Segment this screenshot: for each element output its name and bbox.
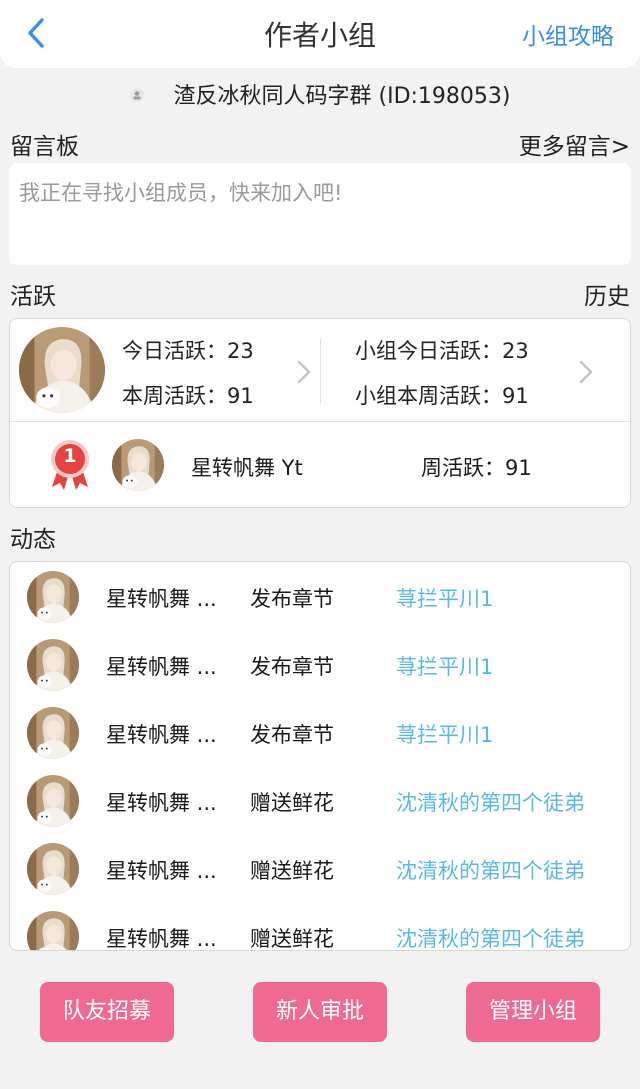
my-week-label: 本周活跃： <box>122 384 227 408</box>
feed-user-name[interactable]: 星转帆舞 ... <box>106 719 217 749</box>
activity-label: 活跃 <box>10 284 56 310</box>
feed-user-name[interactable]: 星转帆舞 ... <box>106 583 217 613</box>
feed-action: 发布章节 <box>250 723 334 747</box>
feed-item[interactable]: 星转帆舞 ... 赠送鲜花 沈清秋的第四个徒弟 <box>10 834 630 902</box>
group-name: 渣反冰秋同人码字群 (ID:198053) <box>173 84 511 109</box>
feed-target-link[interactable]: 荨拦平川1 <box>396 583 493 613</box>
feed-action: 赠送鲜花 <box>250 927 334 951</box>
weekly-value: 91 <box>505 456 532 480</box>
history-link[interactable]: 历史 <box>584 277 630 311</box>
feed-action: 赠送鲜花 <box>250 791 334 815</box>
group-week-activity: 小组本周活跃：91 <box>355 380 529 410</box>
weekly-label: 周活跃： <box>421 456 505 480</box>
feed-item[interactable]: 星转帆舞 ... 赠送鲜花 沈清秋的第四个徒弟 <box>10 766 630 834</box>
message-input[interactable]: 我正在寻找小组成员，快来加入吧! <box>9 163 631 265</box>
feed-action: 发布章节 <box>250 655 334 679</box>
ranked-user-weekly: 周活跃：91 <box>421 452 532 482</box>
feed-user-name[interactable]: 星转帆舞 ... <box>106 855 217 885</box>
activity-card: 今日活跃：23 本周活跃：91 小组今日活跃：23 小组本周活跃：91 1 星转… <box>9 318 631 508</box>
card-divider <box>10 421 630 422</box>
feed-target-link[interactable]: 沈清秋的第四个徒弟 <box>396 855 585 885</box>
feed-action: 赠送鲜花 <box>250 859 334 883</box>
feed-user-avatar[interactable] <box>27 707 79 759</box>
feed-user-avatar[interactable] <box>27 639 79 691</box>
group-week-value: 91 <box>502 384 529 408</box>
my-week-value: 91 <box>227 384 254 408</box>
ranked-user-avatar[interactable] <box>112 439 164 491</box>
feed-target-link[interactable]: 荨拦平川1 <box>396 651 493 681</box>
my-today-activity: 今日活跃：23 <box>122 335 254 365</box>
my-activity-chevron-icon[interactable] <box>296 359 312 385</box>
feed-item[interactable]: 星转帆舞 ... 发布章节 荨拦平川1 <box>10 562 630 630</box>
message-placeholder: 我正在寻找小组成员，快来加入吧! <box>19 181 343 205</box>
group-activity-chevron-icon[interactable] <box>578 359 594 385</box>
feed-target-link[interactable]: 荨拦平川1 <box>396 719 493 749</box>
feed-user-name[interactable]: 星转帆舞 ... <box>106 787 217 817</box>
group-week-label: 小组本周活跃： <box>355 384 502 408</box>
feed-user-avatar[interactable] <box>27 571 79 623</box>
stats-divider <box>320 339 321 403</box>
feed-target-link[interactable]: 沈清秋的第四个徒弟 <box>396 787 585 817</box>
feed-label: 动态 <box>10 527 56 553</box>
group-name-row: 渣反冰秋同人码字群 (ID:198053) <box>0 78 640 110</box>
feed-item[interactable]: 星转帆舞 ... 发布章节 荨拦平川1 <box>10 698 630 766</box>
top-navbar: 作者小组 小组攻略 <box>0 0 640 68</box>
feed-user-name[interactable]: 星转帆舞 ... <box>106 651 217 681</box>
feed-target-link[interactable]: 沈清秋的第四个徒弟 <box>396 923 585 950</box>
my-week-activity: 本周活跃：91 <box>122 380 254 410</box>
user-avatar[interactable] <box>19 327 105 413</box>
group-today-activity: 小组今日活跃：23 <box>355 335 529 365</box>
new-member-approval-button[interactable]: 新人审批 <box>253 982 387 1042</box>
feed-item[interactable]: 星转帆舞 ... 赠送鲜花 沈清秋的第四个徒弟 <box>10 902 630 951</box>
more-messages-link[interactable]: 更多留言> <box>519 127 630 161</box>
group-today-label: 小组今日活跃： <box>355 339 502 363</box>
group-guide-link[interactable]: 小组攻略 <box>522 17 614 51</box>
feed-user-name[interactable]: 星转帆舞 ... <box>106 923 217 950</box>
feed-item[interactable]: 星转帆舞 ... 发布章节 荨拦平川1 <box>10 630 630 698</box>
feed-list: 星转帆舞 ... 发布章节 荨拦平川1 星转帆舞 ... 发布章节 荨拦平川1 … <box>9 561 631 951</box>
rank-number: 1 <box>63 445 77 467</box>
feed-user-avatar[interactable] <box>27 775 79 827</box>
group-today-value: 23 <box>502 339 529 363</box>
feed-user-avatar[interactable] <box>27 911 79 951</box>
my-today-value: 23 <box>227 339 254 363</box>
ranked-user-name[interactable]: 星转帆舞 Yt <box>191 452 303 482</box>
recruit-teammates-button[interactable]: 队友招募 <box>40 982 174 1042</box>
message-board-label: 留言板 <box>10 134 79 160</box>
manage-group-button[interactable]: 管理小组 <box>466 982 600 1042</box>
group-icon <box>129 88 144 102</box>
rank-medal-icon: 1 <box>48 439 92 491</box>
my-today-label: 今日活跃： <box>122 339 227 363</box>
feed-action: 发布章节 <box>250 587 334 611</box>
feed-user-avatar[interactable] <box>27 843 79 895</box>
